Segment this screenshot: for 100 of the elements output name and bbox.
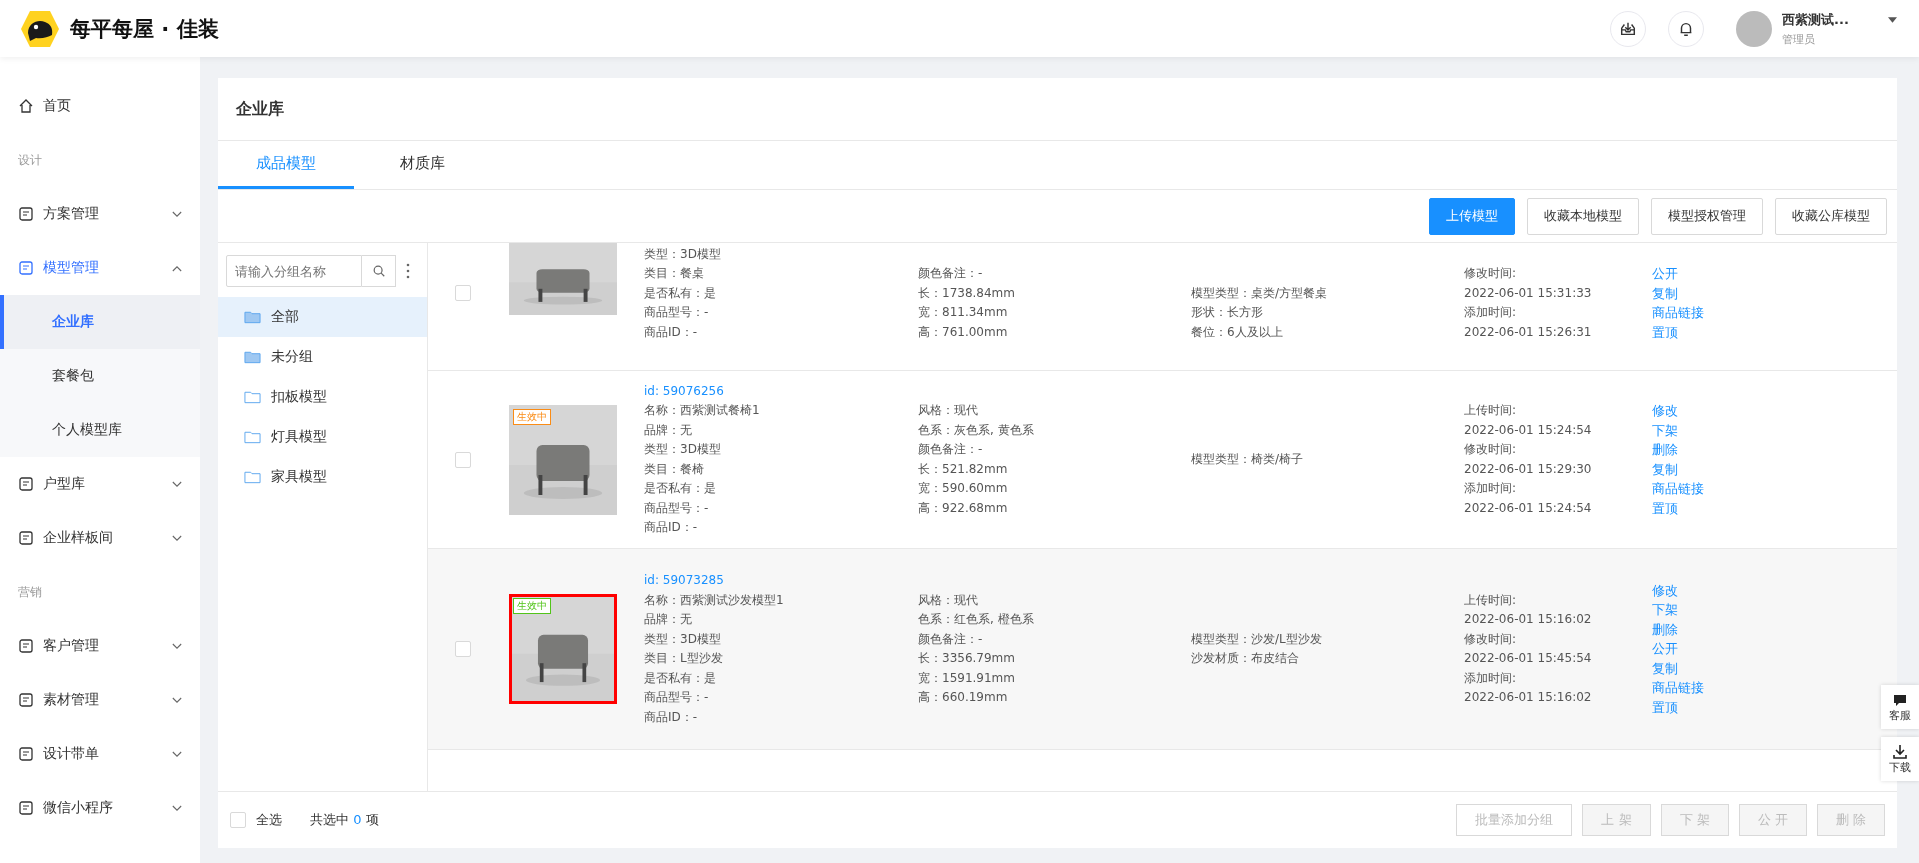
upload-button[interactable]: 上传模型 xyxy=(1429,197,1515,235)
action-link[interactable]: 删除 xyxy=(1652,619,1678,640)
detail-text: 名称：西紫测试餐椅1 xyxy=(644,402,761,419)
chevron-icon[interactable] xyxy=(172,480,182,488)
group-item[interactable]: 灯具模型 xyxy=(218,417,427,457)
status-badge: 生效中 xyxy=(513,598,551,614)
time-text: 上传时间: xyxy=(1464,402,1518,419)
action-link[interactable]: 修改 xyxy=(1652,580,1678,601)
group-item[interactable]: 家具模型 xyxy=(218,457,427,497)
id-link[interactable]: id: 59073285 xyxy=(644,571,918,591)
panel-icon xyxy=(18,638,34,654)
sidebar-item[interactable]: 方案管理 xyxy=(43,205,172,223)
checkbox[interactable] xyxy=(455,284,471,301)
action-link[interactable]: 置顶 xyxy=(1652,697,1678,718)
action-link[interactable]: 商品链接 xyxy=(1652,303,1704,323)
logo-icon xyxy=(20,8,60,49)
group-item[interactable]: 扣板模型 xyxy=(218,377,427,417)
time-text: 修改时间: xyxy=(1464,265,1518,282)
chevron-icon[interactable] xyxy=(172,264,182,272)
user-name[interactable]: 西紫测试... xyxy=(1782,10,1882,29)
tab[interactable]: 材质库 xyxy=(354,141,490,189)
action-link[interactable]: 置顶 xyxy=(1652,322,1678,342)
detail-text: 高：922.68mm xyxy=(918,499,1009,517)
home-icon xyxy=(18,98,34,114)
folder-icon xyxy=(244,350,261,364)
checkbox[interactable] xyxy=(455,451,471,468)
selection-count: 共选中 0 项 xyxy=(310,811,379,829)
page-title: 企业库 xyxy=(236,98,284,120)
model-row[interactable]: 类型：3D模型 类目：餐桌 是否私有：是 商品型号：- 商品ID：- 颜色备注：- 长：1738.84mm 宽：811.34mm 高：761.00mm 模型类型：桌类/方型餐桌 形状：长方形 餐位：6人及以上 修改时间: 2022-06-01 15:31:33 添加时间: 2022-06-01 15:26:31 公开 复制 商品链接 置顶 xyxy=(428,243,1897,371)
detail-text: 类目：餐桌 xyxy=(644,265,705,282)
sidebar-item[interactable]: 模型管理 xyxy=(43,259,172,277)
more-icon[interactable] xyxy=(406,263,410,279)
detail-text: 品牌：无 xyxy=(644,611,693,628)
action-link[interactable]: 复制 xyxy=(1652,459,1678,479)
chevron-icon[interactable] xyxy=(172,750,182,758)
search-button[interactable] xyxy=(362,255,396,287)
inbox-download-icon[interactable] xyxy=(1610,10,1646,47)
sidebar-subitem[interactable]: 个人模型库 xyxy=(0,403,200,457)
id-link[interactable]: id: 59076256 xyxy=(644,381,918,401)
sidebar-item[interactable]: 微信小程序 xyxy=(43,799,172,817)
detail-text: 颜色备注：- xyxy=(918,441,984,458)
detail-text: 是否私有：是 xyxy=(644,669,717,687)
toolbar-button[interactable]: 模型授权管理 xyxy=(1651,197,1763,235)
toolbar-button[interactable]: 收藏本地模型 xyxy=(1527,197,1639,235)
detail-text: 商品型号：- xyxy=(644,499,710,517)
detail-text: 品牌：无 xyxy=(644,421,693,439)
detail-text: 类目：餐椅 xyxy=(644,460,705,478)
action-link[interactable]: 复制 xyxy=(1652,658,1678,679)
action-link[interactable]: 商品链接 xyxy=(1652,479,1704,499)
chevron-icon[interactable] xyxy=(172,642,182,650)
detail-text: 风格：现代 xyxy=(918,591,979,609)
action-link[interactable]: 删除 xyxy=(1652,440,1678,460)
panel-icon xyxy=(18,692,34,708)
action-link[interactable]: 置顶 xyxy=(1652,498,1678,518)
time-text: 添加时间: xyxy=(1464,669,1518,687)
group-item[interactable]: 未分组 xyxy=(218,337,427,377)
sidebar-item[interactable]: 户型库 xyxy=(43,475,172,493)
time-text: 2022-06-01 15:29:30 xyxy=(1464,460,1593,478)
detail-text: 宽：811.34mm xyxy=(918,304,1009,321)
caret-icon[interactable] xyxy=(1888,16,1897,23)
sidebar-subitem[interactable]: 企业库 xyxy=(0,295,200,349)
detail-text: 沙发材质：布皮结合 xyxy=(1191,650,1300,667)
detail-text: 类目：L型沙发 xyxy=(644,650,724,667)
chevron-icon[interactable] xyxy=(172,210,182,218)
detail-text: 风格：现代 xyxy=(918,402,979,419)
sidebar-subitem[interactable]: 套餐包 xyxy=(0,349,200,403)
detail-text: 是否私有：是 xyxy=(644,284,717,302)
chevron-icon[interactable] xyxy=(172,534,182,542)
chevron-icon[interactable] xyxy=(172,804,182,812)
action-link[interactable]: 下架 xyxy=(1652,600,1678,620)
chevron-icon[interactable] xyxy=(172,696,182,704)
detail-text: 模型类型：椅类/椅子 xyxy=(1191,450,1305,468)
action-link[interactable]: 商品链接 xyxy=(1652,678,1704,698)
sidebar-item[interactable]: 设计带单 xyxy=(43,745,172,763)
action-link[interactable]: 公开 xyxy=(1652,264,1678,284)
detail-text: 长：521.82mm xyxy=(918,460,1009,478)
sidebar-item[interactable]: 客户管理 xyxy=(43,637,172,655)
action-link[interactable]: 修改 xyxy=(1652,401,1678,421)
sidebar-item[interactable]: 首页 xyxy=(43,97,182,115)
toolbar-button[interactable]: 收藏公库模型 xyxy=(1775,197,1887,235)
support-button[interactable]: 客服 xyxy=(1881,685,1919,729)
search-field[interactable]: 请输入分组名称 xyxy=(226,255,362,287)
sidebar-item[interactable]: 企业样板间 xyxy=(43,529,172,547)
detail-text: 长：1738.84mm xyxy=(918,284,1016,302)
sidebar-item[interactable]: 素材管理 xyxy=(43,691,172,709)
checkbox[interactable] xyxy=(230,812,246,828)
detail-text: 高：761.00mm xyxy=(918,323,1009,341)
user-role: 管理员 xyxy=(1782,31,1816,47)
group-item[interactable]: 全部 xyxy=(218,297,427,337)
action-link[interactable]: 公开 xyxy=(1652,639,1678,659)
checkbox[interactable] xyxy=(455,641,471,657)
download-button[interactable]: 下载 xyxy=(1881,737,1919,781)
select-all-label[interactable]: 全选 xyxy=(256,811,282,829)
detail-text: 商品ID：- xyxy=(644,323,699,341)
time-text: 2022-06-01 15:24:54 xyxy=(1464,499,1593,517)
action-link[interactable]: 复制 xyxy=(1652,283,1678,303)
action-link[interactable]: 下架 xyxy=(1652,420,1678,440)
tab[interactable]: 成品模型 xyxy=(218,141,354,189)
bell-icon[interactable] xyxy=(1668,10,1704,47)
detail-text: 商品型号：- xyxy=(644,689,710,706)
